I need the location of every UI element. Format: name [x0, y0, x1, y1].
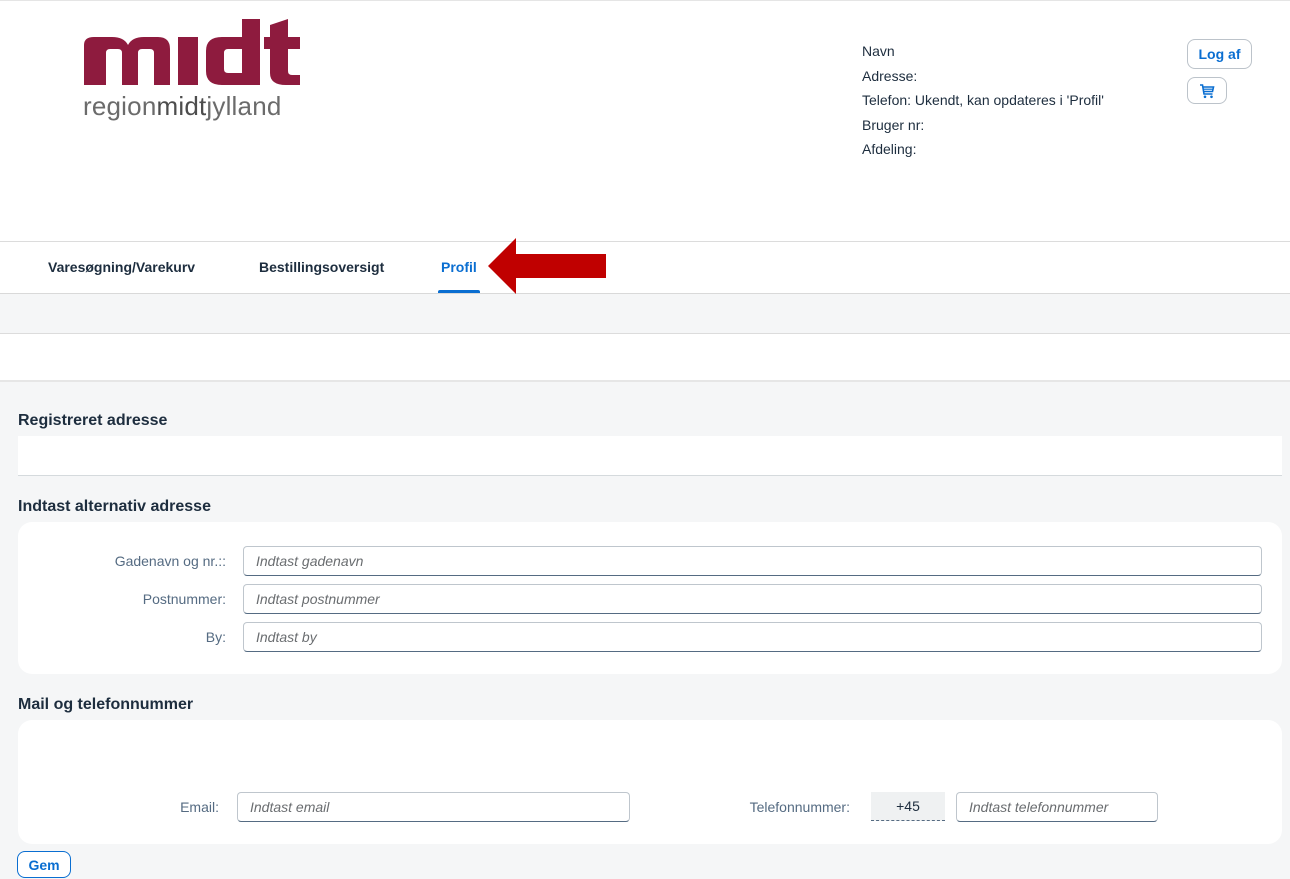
- street-label: Gadenavn og nr.::: [114, 553, 226, 569]
- city-label: By:: [205, 629, 226, 645]
- logo-subtitle: regionmidtjylland: [83, 91, 282, 121]
- phone-country-prefix: +45: [871, 792, 945, 821]
- postal-code-input[interactable]: [243, 584, 1262, 614]
- registered-address-box: [18, 436, 1282, 476]
- user-number-label: Bruger nr:: [862, 116, 925, 133]
- main-tab-bar: Varesøgning/Varekurv Bestillingsoversigt…: [0, 242, 1290, 294]
- phone-input[interactable]: [956, 792, 1158, 822]
- street-input[interactable]: [243, 546, 1262, 576]
- phone-label: Telefonnummer:: [749, 799, 850, 815]
- user-phone-label: Telefon: Ukendt, kan opdateres i 'Profil…: [862, 92, 1104, 108]
- contact-card: [18, 720, 1282, 844]
- app-header: regionmidtjylland Navn Adresse: Telefon:…: [0, 0, 1290, 242]
- email-input[interactable]: [237, 792, 630, 822]
- user-name-label: Navn: [862, 43, 895, 59]
- user-info-panel: Navn Adresse: Telefon: Ukendt, kan opdat…: [862, 39, 1104, 162]
- tab-varesogning[interactable]: Varesøgning/Varekurv: [48, 242, 195, 293]
- page-header-strip: [0, 334, 1290, 382]
- postal-code-label: Postnummer:: [142, 591, 226, 607]
- subheader-strip: [0, 294, 1290, 334]
- annotation-arrow: [488, 238, 606, 294]
- region-midt-logo: regionmidtjylland: [82, 15, 312, 125]
- save-button[interactable]: Gem: [17, 851, 71, 878]
- logo-wordmark: [84, 19, 300, 85]
- user-address-label: Adresse:: [862, 67, 918, 84]
- alternative-address-title: Indtast alternativ adresse: [18, 498, 211, 515]
- cart-button[interactable]: [1187, 77, 1227, 104]
- registered-address-title: Registreret adresse: [18, 412, 168, 429]
- email-label: Email:: [180, 799, 219, 815]
- user-department-label: Afdeling:: [862, 141, 917, 157]
- tab-profil[interactable]: Profil: [438, 242, 480, 293]
- logout-button[interactable]: Log af: [1187, 39, 1252, 69]
- city-input[interactable]: [243, 622, 1262, 652]
- tab-bestillingsoversigt[interactable]: Bestillingsoversigt: [259, 242, 384, 293]
- contact-section-title: Mail og telefonnummer: [18, 696, 194, 713]
- shopping-cart-icon: [1200, 83, 1215, 98]
